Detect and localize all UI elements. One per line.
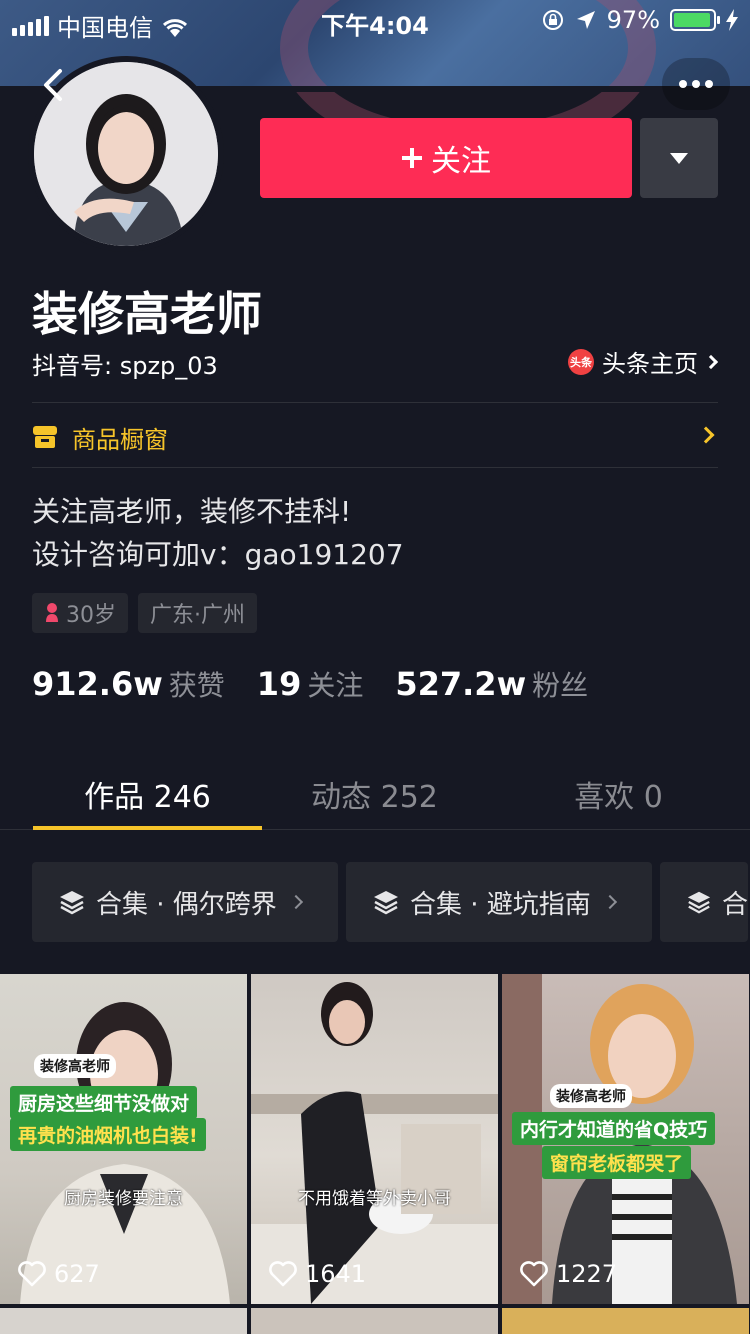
age-tag: 30岁	[32, 593, 128, 633]
douyin-id: 抖音号: spzp_03	[32, 352, 218, 380]
video-caption: 内行才知道的省Q技巧	[512, 1112, 716, 1145]
location-tag: 广东·广州	[138, 593, 257, 633]
collection-card[interactable]: 合集 · 偶尔跨界	[32, 862, 338, 942]
video-thumbnail[interactable]: 不用饿着等外卖小哥 1641	[251, 974, 498, 1304]
stat-following[interactable]: 19 关注	[257, 664, 364, 704]
video-thumbnail[interactable]	[251, 1308, 498, 1334]
layers-icon	[687, 891, 711, 914]
status-bar: 中国电信 下午4:04 97%	[0, 0, 750, 42]
video-likes: 1641	[269, 1260, 366, 1288]
video-grid: 装修高老师 厨房这些细节没做对 再贵的油烟机也白装! 厨房装修要注意 627 不…	[0, 974, 750, 1304]
caret-down-icon	[670, 152, 688, 164]
battery-percent: 97%	[606, 6, 660, 34]
follow-label: 关注	[431, 144, 491, 179]
stat-label: 获赞	[168, 669, 225, 702]
plus-icon	[402, 148, 422, 168]
layers-icon	[374, 891, 398, 915]
likes-count: 1641	[305, 1260, 367, 1288]
video-caption: 厨房这些细节没做对	[10, 1086, 198, 1119]
stat-number: 912.6w	[32, 665, 163, 703]
follow-button[interactable]: 关注	[260, 118, 632, 198]
profile-tags: 30岁 广东·广州	[32, 593, 257, 633]
video-caption: 窗帘老板都哭了	[542, 1146, 692, 1179]
stat-likes[interactable]: 912.6w 获赞	[32, 664, 225, 704]
bio-line: 设计咨询可加v：gao191207	[32, 538, 404, 571]
video-thumbnail[interactable]	[0, 1308, 247, 1334]
tab-label: 作品 246	[84, 780, 211, 815]
toutiao-label: 头条主页	[602, 350, 698, 378]
heart-icon	[18, 1261, 46, 1287]
chevron-right-icon	[697, 426, 715, 444]
likes-count: 1227	[556, 1260, 618, 1288]
video-thumbnail-image	[251, 982, 498, 1304]
likes-count: 627	[54, 1260, 100, 1288]
stat-number: 527.2w	[395, 665, 527, 703]
collection-card[interactable]: 合	[660, 862, 748, 942]
female-icon	[46, 603, 58, 622]
video-likes: 1227	[520, 1260, 617, 1288]
collection-label: 合	[721, 889, 748, 920]
stat-label: 粉丝	[532, 669, 589, 702]
charging-bolt-icon	[726, 9, 738, 31]
channel-badge: 装修高老师	[550, 1084, 632, 1108]
location-label: 广东·广州	[150, 603, 245, 628]
heart-icon	[520, 1261, 548, 1287]
video-thumbnail[interactable]: 装修高老师 厨房这些细节没做对 再贵的油烟机也白装! 厨房装修要注意 627	[0, 974, 247, 1304]
video-caption: 再贵的油烟机也白装!	[10, 1118, 206, 1151]
chevron-right-icon	[703, 354, 719, 369]
toutiao-homepage-link[interactable]: 头条 头条主页	[568, 344, 719, 379]
profile-name: 装修高老师	[32, 287, 262, 341]
channel-badge: 装修高老师	[34, 1054, 116, 1078]
recommend-dropdown-button[interactable]	[640, 118, 718, 198]
video-subtitle: 厨房装修要注意	[64, 1189, 183, 1209]
video-grid-row-2	[0, 1308, 750, 1334]
more-options-button[interactable]	[662, 58, 730, 110]
collection-label: 合集 · 偶尔跨界	[96, 889, 277, 920]
shop-icon	[33, 426, 57, 448]
bio: 关注高老师，装修不挂科! 设计咨询可加v：gao191207	[32, 490, 404, 576]
tab-works[interactable]: 作品 246	[0, 760, 262, 830]
back-button[interactable]	[20, 56, 86, 114]
stat-number: 19	[256, 665, 302, 703]
collections-row: 合集 · 偶尔跨界 合集 · 避坑指南 合	[32, 862, 748, 942]
tab-dynamics[interactable]: 动态 252	[262, 760, 487, 829]
stat-followers[interactable]: 527.2w 粉丝	[395, 664, 588, 704]
shop-label: 商品橱窗	[72, 425, 168, 454]
bio-line: 关注高老师，装修不挂科!	[32, 495, 352, 528]
location-arrow-icon	[576, 11, 595, 29]
profile-stats: 912.6w 获赞 19 关注 527.2w 粉丝	[32, 664, 588, 704]
video-likes: 627	[18, 1260, 100, 1288]
tab-label: 动态 252	[311, 780, 438, 815]
tab-label: 喜欢 0	[574, 780, 663, 815]
collection-label: 合集 · 避坑指南	[410, 889, 591, 920]
battery-icon	[670, 9, 720, 31]
back-arrow-icon	[44, 69, 62, 101]
collection-card[interactable]: 合集 · 避坑指南	[346, 862, 652, 942]
video-thumbnail[interactable]	[502, 1308, 749, 1334]
heart-icon	[269, 1261, 297, 1287]
stat-label: 关注	[307, 669, 364, 702]
age-label: 30岁	[66, 603, 116, 628]
video-thumbnail[interactable]: 装修高老师 内行才知道的省Q技巧 窗帘老板都哭了 1227	[502, 974, 749, 1304]
shop-window-link[interactable]: 商品橱窗	[32, 420, 718, 454]
toutiao-icon: 头条	[568, 348, 594, 375]
divider	[32, 402, 718, 403]
layers-icon	[60, 891, 84, 915]
tab-likes[interactable]: 喜欢 0	[487, 760, 750, 829]
divider	[32, 467, 718, 468]
video-subtitle: 不用饿着等外卖小哥	[298, 1189, 451, 1209]
chevron-right-icon	[288, 894, 303, 910]
rotation-lock-icon	[542, 10, 563, 30]
chevron-right-icon	[602, 894, 617, 910]
content-tabs: 作品 246 动态 252 喜欢 0	[0, 760, 750, 830]
